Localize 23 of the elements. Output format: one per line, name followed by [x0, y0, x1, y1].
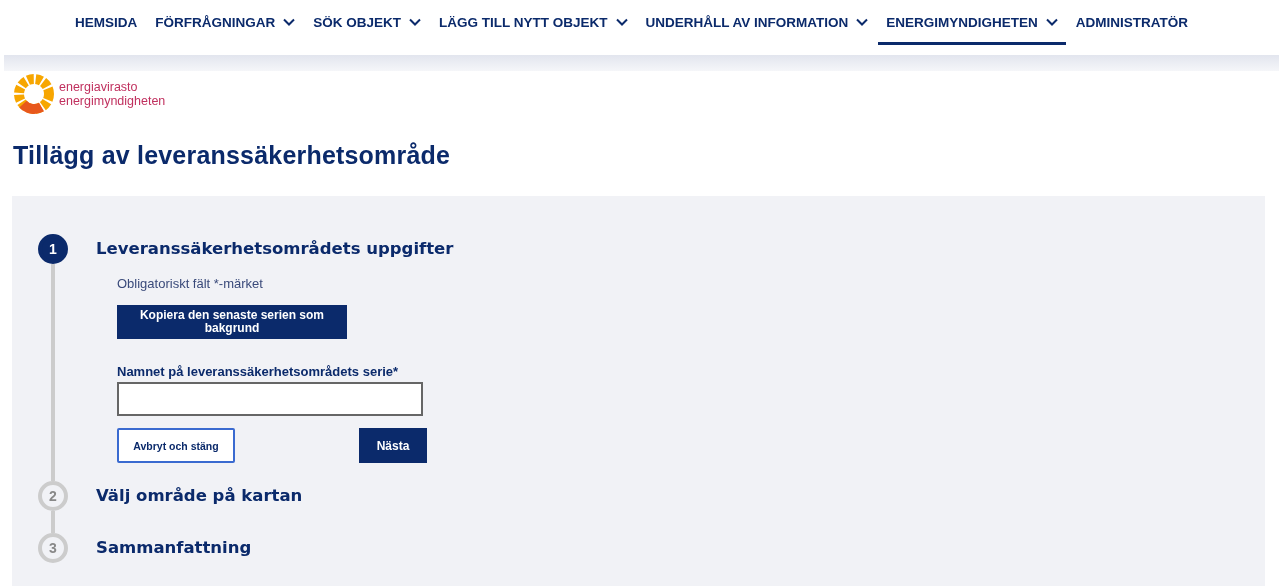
logo-text: energiavirasto: [59, 80, 139, 94]
logo-text: energimyndigheten: [59, 94, 166, 108]
nav-tab[interactable]: SÖK OBJEKT: [305, 2, 430, 45]
logo-icon: [13, 73, 55, 115]
field-label: Namnet på leveranssäkerhetsområdets serie*: [117, 364, 399, 379]
page-title: Tillägg av leveranssäkerhetsområde: [13, 141, 452, 170]
step-number: 1: [38, 234, 68, 264]
nav-tab[interactable]: HEMSIDA: [67, 2, 146, 45]
nav-tab[interactable]: LÄGG TILL NYTT OBJEKT: [431, 2, 636, 45]
nav-tab[interactable]: ENERGIMYNDIGHETEN: [878, 2, 1066, 45]
step-title: Leveranssäkerhetsområdets uppgifter: [96, 238, 454, 260]
step-number: 3: [38, 533, 68, 563]
next-button[interactable]: Nästa: [359, 428, 427, 463]
step-title: Sammanfattning: [96, 537, 252, 559]
input-field[interactable]: [117, 382, 423, 416]
nav-tab[interactable]: ADMINISTRATÖR: [1067, 2, 1197, 45]
step-title: Välj område på kartan: [96, 485, 303, 507]
required-note: Obligatoriskt fält *-märket: [117, 276, 263, 291]
step-number: 2: [38, 481, 68, 511]
copy-button[interactable]: Kopiera den senaste serien som bakgrund: [117, 305, 347, 339]
cancel-button[interactable]: Avbryt och stäng: [117, 428, 235, 463]
nav-tab[interactable]: UNDERHÅLL AV INFORMATION: [637, 2, 877, 45]
nav-tab[interactable]: FÖRFRÅGNINGAR: [147, 2, 304, 45]
